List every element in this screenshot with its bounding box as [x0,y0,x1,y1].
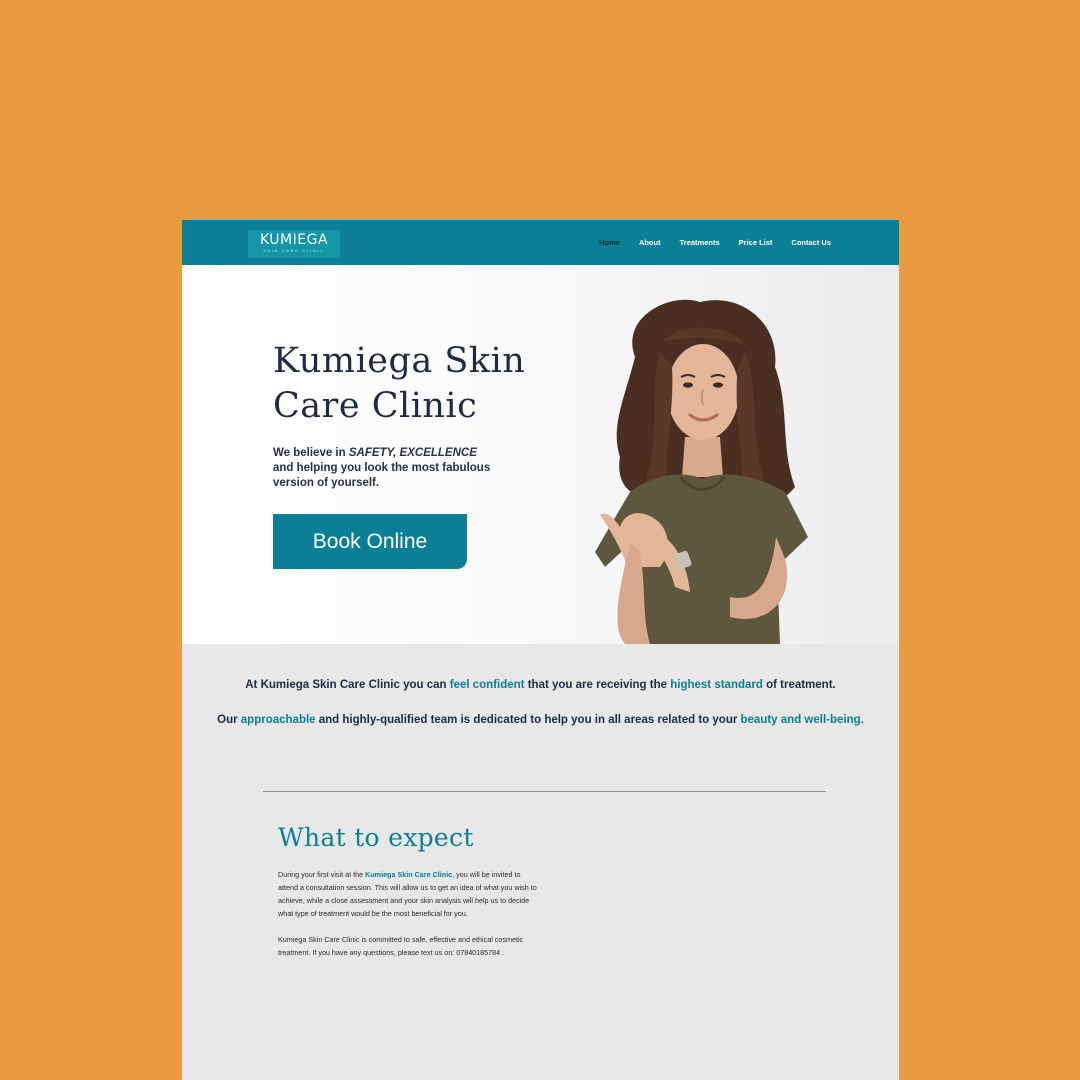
intro-p1-highlight-confident: feel confident [449,679,525,691]
nav-link-treatments[interactable]: Treatments [680,238,720,247]
expect-p1-clinic-name: Kumiega Skin Care Clinic [365,870,453,879]
intro-p1-c: that you are receiving the [524,679,671,691]
intro-p2-c: and highly-qualified team is dedicated t… [315,713,741,726]
section-divider [263,791,826,792]
kumiega-logo[interactable]: KUMIEGA Skin Care Clinic [248,230,340,258]
intro-p2-highlight-approachable: approachable [240,713,316,726]
expect-paragraph-2: Kumiega Skin Care Clinic is committed to… [278,935,524,957]
website-screenshot: KUMIEGA Skin Care Clinic Home About Trea… [182,220,899,1080]
intro-p1-highlight-standard: highest standard [670,679,763,691]
tagline-prefix: We believe in [273,447,349,459]
intro-paragraph-2: Our approachable and highly-qualified te… [182,713,899,729]
book-online-button[interactable]: Book Online [273,514,467,569]
what-to-expect-heading: What to expect [278,823,474,852]
intro-p1-a: At Kumiega Skin Care Clinic you can [245,679,450,691]
expect-paragraph-1: During your first visit at the Kumiega S… [278,868,540,920]
intro-section: At Kumiega Skin Care Clinic you can feel… [182,678,899,747]
nav-menu: Home About Treatments Price List Contact… [599,220,831,265]
intro-p1-e: of treatment. [762,679,836,691]
nav-link-home[interactable]: Home [599,238,620,247]
hero-tagline: We believe in SAFETY, EXCELLENCE and hel… [273,446,533,491]
top-navbar: KUMIEGA Skin Care Clinic Home About Trea… [182,220,899,265]
expect-p1-a: During your first visit at the [278,870,366,879]
tagline-rest: and helping you look the most fabulous v… [273,462,491,489]
what-to-expect-body: During your first visit at the Kumiega S… [278,868,540,972]
hero-section: Kumiega Skin Care Clinic We believe in S… [182,265,899,644]
intro-paragraph-1: At Kumiega Skin Care Clinic you can feel… [182,678,899,694]
logo-wordmark: KUMIEGA [259,232,329,248]
hero-title: Kumiega Skin Care Clinic [273,341,526,426]
hero-woman-photo [595,299,808,644]
nav-link-about[interactable]: About [639,238,661,247]
logo-subtitle: Skin Care Clinic [263,248,325,253]
intro-p2-a: Our [217,713,241,726]
intro-p2-highlight-beauty: beauty and well-being. [740,713,864,726]
tagline-emphasis: SAFETY, EXCELLENCE [348,447,477,459]
nav-link-contact-us[interactable]: Contact Us [791,238,831,247]
nav-link-price-list[interactable]: Price List [739,238,773,247]
